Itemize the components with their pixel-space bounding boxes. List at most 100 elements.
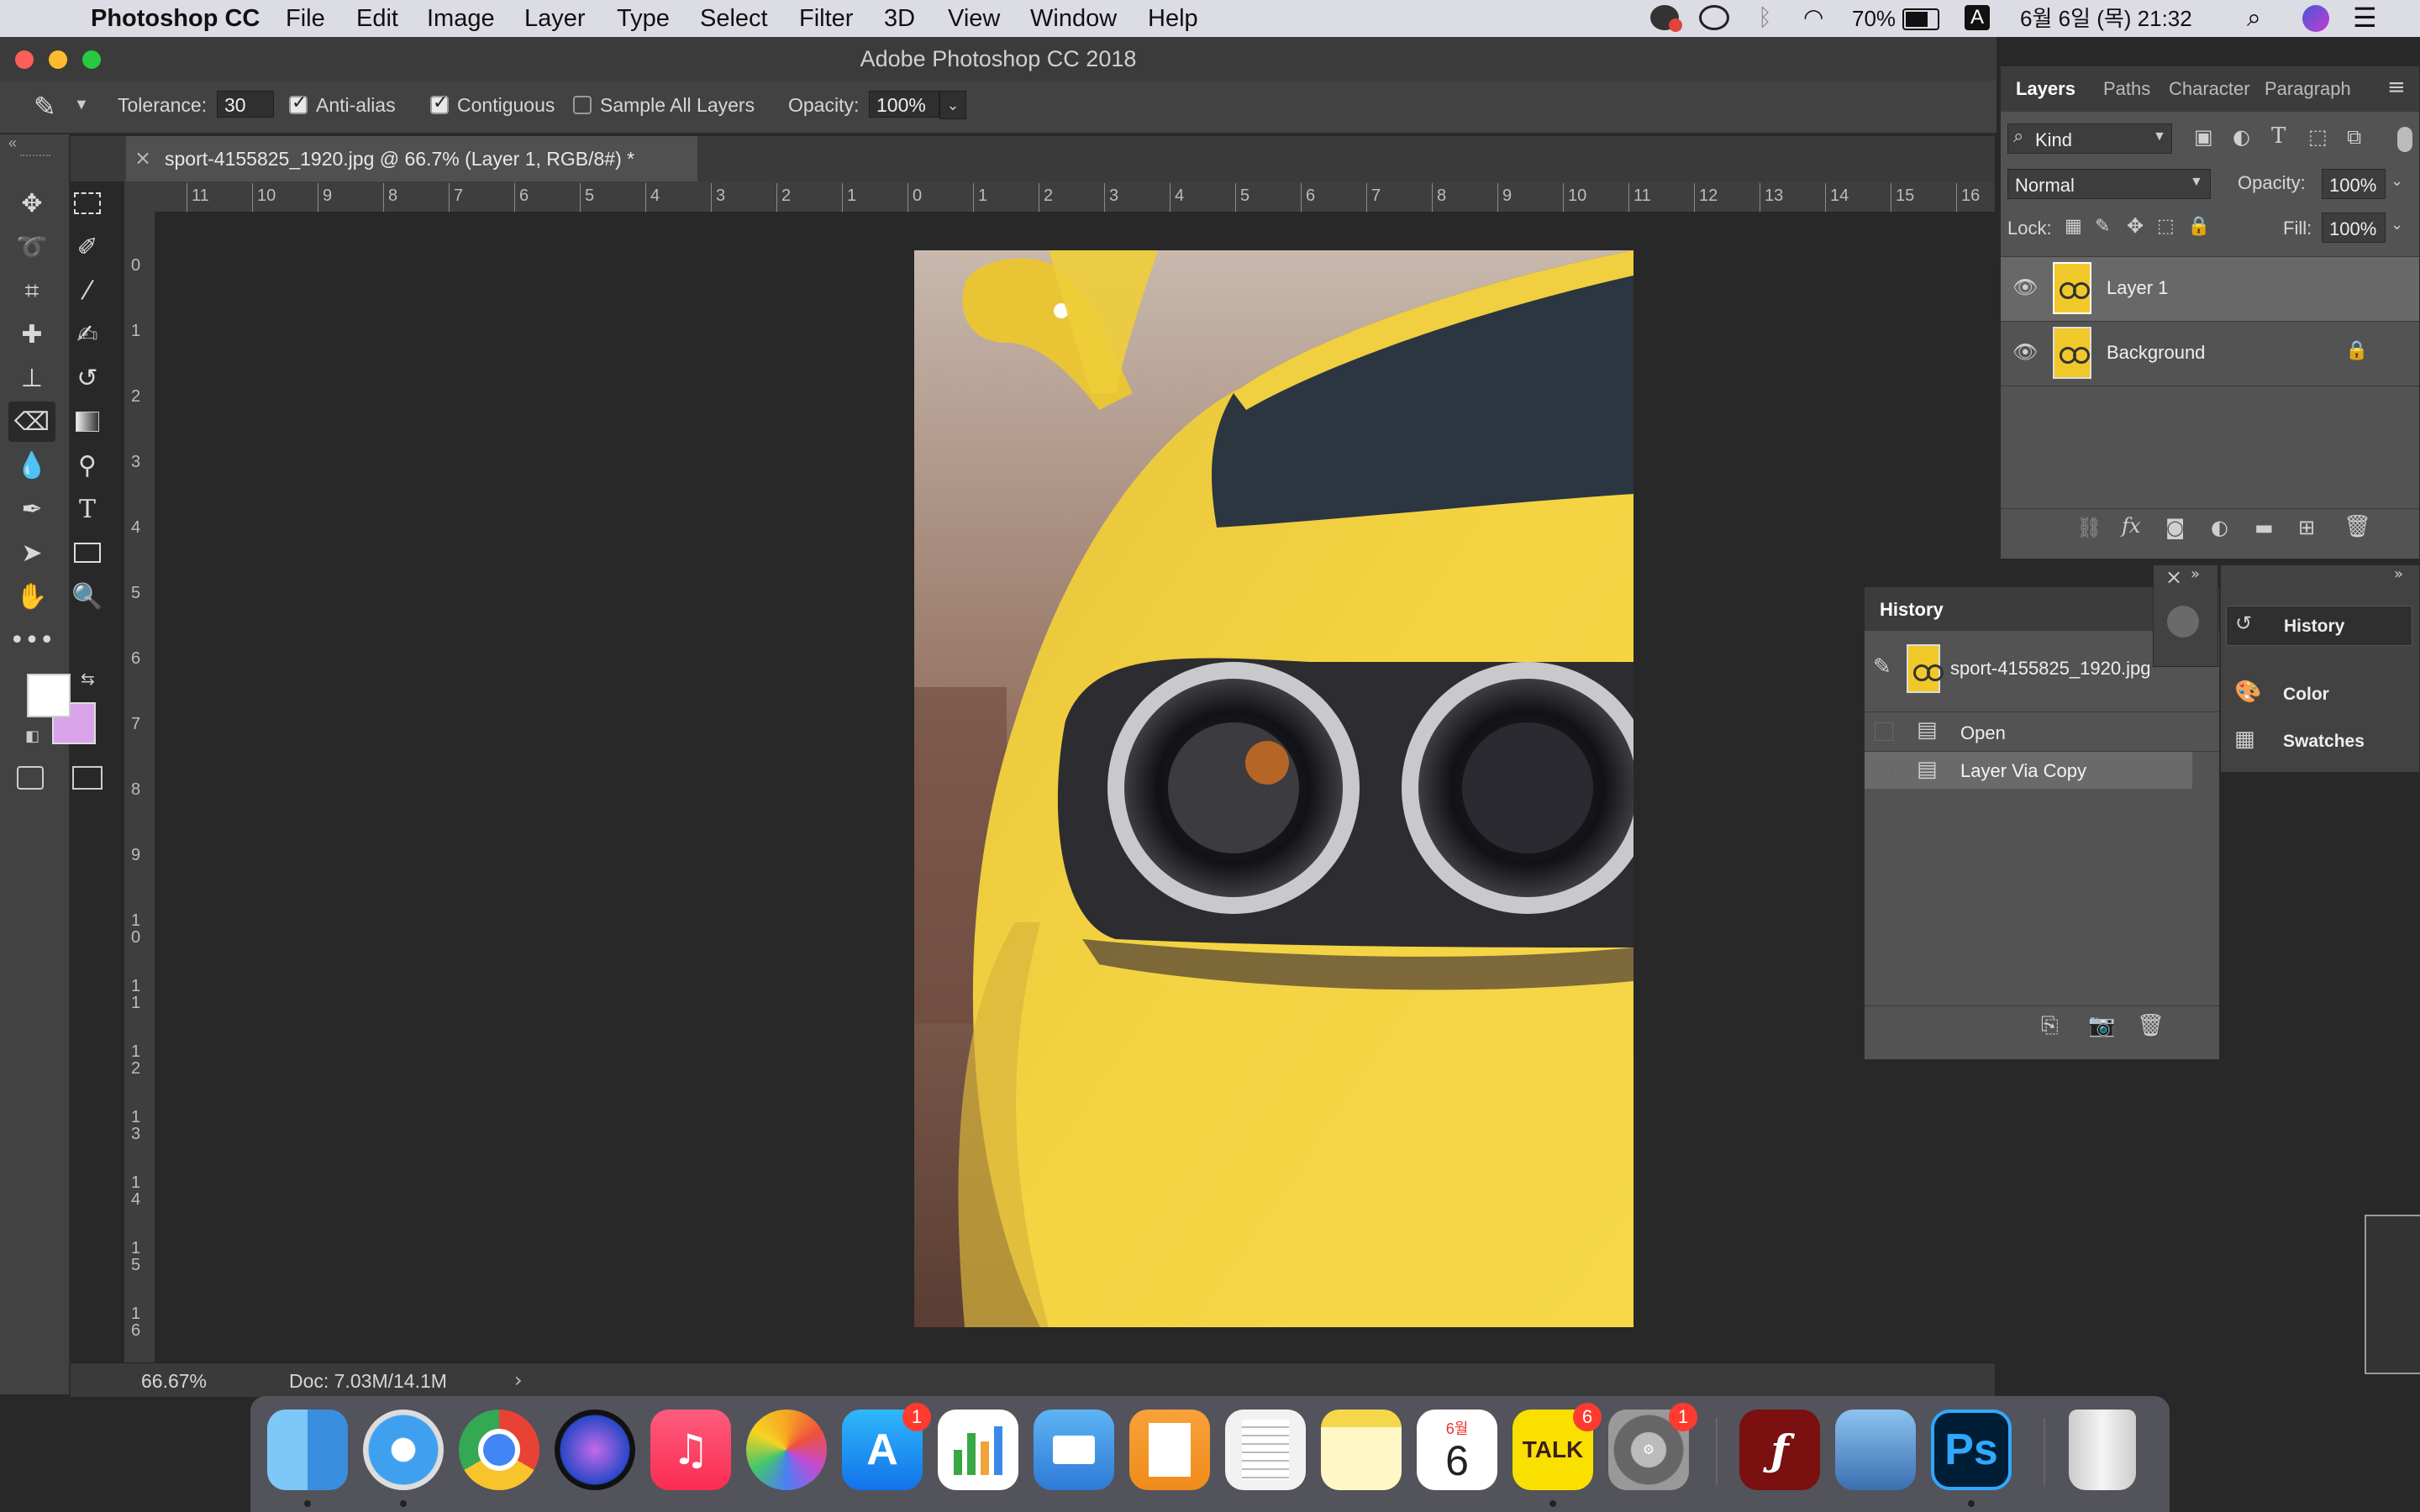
brush-tool-icon[interactable]: ✍ — [64, 314, 111, 354]
chevron-down-icon[interactable]: ⌄ — [2391, 216, 2403, 234]
eraser-tool-icon[interactable]: ⌫ — [8, 402, 55, 442]
gradient-tool-icon[interactable] — [64, 402, 111, 442]
new-layer-icon[interactable]: ⊞ — [2298, 516, 2315, 539]
rectangle-tool-icon[interactable] — [64, 533, 111, 573]
lock-image-pixels-icon[interactable]: ✎ — [2095, 216, 2110, 237]
filter-adjustment-icon[interactable]: ◐ — [2233, 125, 2250, 149]
create-snapshot-icon[interactable]: 📷 — [2088, 1013, 2115, 1038]
delete-layer-icon[interactable]: 🗑 — [2344, 514, 2371, 539]
battery-icon[interactable] — [1902, 8, 1939, 30]
filter-type-icon[interactable]: T — [2271, 123, 2286, 149]
layer-name[interactable]: Layer 1 — [2107, 277, 2168, 299]
chrome-app-icon[interactable] — [459, 1410, 539, 1490]
layer-style-fx-icon[interactable]: fx — [2122, 514, 2140, 538]
filter-pixel-icon[interactable]: ▣ — [2194, 125, 2213, 149]
collapse-toolbar-icon[interactable]: « — [8, 134, 17, 152]
siri-app-icon[interactable] — [555, 1410, 635, 1490]
zoom-window-button[interactable] — [82, 50, 101, 69]
menu-file[interactable]: File — [286, 5, 325, 32]
opacity-input[interactable]: 100% — [869, 91, 939, 118]
itunes-app-icon[interactable]: ♫ — [650, 1410, 731, 1490]
lock-artboard-icon[interactable]: ⬚ — [2157, 216, 2175, 237]
menu-filter[interactable]: Filter — [799, 5, 853, 32]
antialias-checkbox[interactable] — [289, 92, 308, 114]
history-state-open[interactable]: ▤ Open — [1865, 711, 2219, 752]
layer-filter-select[interactable]: ⌕ Kind ▼ — [2007, 123, 2172, 154]
horizontal-ruler[interactable]: 11 10 9 8 7 6 5 4 3 2 1 0 1 2 3 4 5 6 7 8 9 10 11 12 13 14 15 16 — [124, 181, 1995, 213]
flash-player-app-icon[interactable]: ƒ — [1739, 1410, 1820, 1490]
collapsed-panel-color[interactable]: 🎨 Color — [2226, 675, 2419, 713]
menu-image[interactable]: Image — [427, 5, 495, 32]
healing-brush-tool-icon[interactable]: ✚ — [8, 314, 55, 354]
visibility-eye-icon[interactable]: 👁 — [2012, 276, 2038, 299]
input-source-indicator[interactable]: A — [1965, 5, 1990, 30]
car-headlight-photo[interactable] — [914, 250, 1634, 1327]
add-mask-icon[interactable]: ◙ — [2165, 516, 2185, 539]
menubar-clock[interactable]: 6월 6일 (목) 21:32 — [2020, 5, 2192, 32]
new-document-from-state-icon[interactable]: ⎘ — [2041, 1013, 2059, 1039]
marquee-tool-icon[interactable] — [64, 183, 111, 223]
more-tools-icon[interactable]: ••• — [8, 620, 55, 660]
tab-paragraph[interactable]: Paragraph — [2265, 78, 2365, 100]
menu-3d[interactable]: 3D — [884, 5, 915, 32]
panel-menu-icon[interactable]: ≡ — [2387, 75, 2406, 100]
fill-input[interactable]: 100% — [2322, 213, 2386, 243]
photos-app-icon[interactable] — [746, 1410, 827, 1490]
screen-mode-icon[interactable] — [72, 766, 103, 790]
tab-character[interactable]: Character — [2169, 78, 2250, 100]
creative-cloud-icon[interactable] — [1699, 5, 1729, 30]
type-tool-icon[interactable]: T — [64, 489, 111, 529]
siri-icon[interactable] — [2302, 5, 2329, 32]
layer-row-layer-1[interactable]: 👁 Layer 1 — [2001, 256, 2419, 322]
notification-center-icon[interactable]: ☰ — [2353, 2, 2377, 34]
lock-all-icon[interactable]: 🔒 — [2187, 216, 2210, 237]
menu-layer[interactable]: Layer — [524, 5, 586, 32]
minimize-window-button[interactable] — [49, 50, 67, 69]
hand-tool-icon[interactable]: ✋ — [8, 576, 55, 617]
notes-app-icon[interactable] — [1321, 1410, 1402, 1490]
collapsed-panel-history[interactable]: ↺ History — [2226, 606, 2412, 646]
magic-eraser-preset-icon[interactable]: ✎ — [34, 91, 56, 123]
close-document-icon[interactable]: × — [134, 146, 151, 170]
calendar-app-icon[interactable]: 6월 6 — [1417, 1410, 1497, 1490]
collapsed-panel-swatches[interactable]: ▦ Swatches — [2226, 722, 2419, 760]
safari-app-icon[interactable] — [363, 1410, 444, 1490]
preview-app-icon[interactable] — [1835, 1410, 1916, 1490]
vertical-ruler[interactable]: 0 1 2 3 4 5 6 7 8 9 1 0 1 1 1 2 1 3 1 4 1 5 1 6 — [124, 212, 155, 1362]
quick-mask-icon[interactable] — [17, 766, 44, 790]
keynote-app-icon[interactable] — [1034, 1410, 1114, 1490]
toolbar-grip[interactable] — [20, 155, 50, 158]
chevron-down-icon[interactable]: ⌄ — [2391, 172, 2403, 190]
pen-tool-icon[interactable]: ✒ — [8, 489, 55, 529]
history-brush-source-icon[interactable]: ✎ — [1873, 654, 1891, 680]
lock-transparent-pixels-icon[interactable]: ▦ — [2065, 216, 2082, 237]
default-colors-icon[interactable]: ◧ — [25, 727, 39, 745]
photoshop-app-icon[interactable]: Ps — [1931, 1410, 2012, 1490]
close-window-button[interactable] — [15, 50, 34, 69]
history-panel-title[interactable]: History — [1880, 599, 1944, 621]
path-selection-tool-icon[interactable]: ➤ — [8, 533, 55, 573]
window-thumbnail-peek[interactable] — [2365, 1215, 2420, 1374]
zoom-tool-icon[interactable]: 🔍 — [64, 576, 111, 617]
filter-shape-icon[interactable]: ⬚ — [2308, 125, 2328, 149]
move-tool-icon[interactable]: ✥ — [8, 183, 55, 223]
chevron-down-icon[interactable]: ▼ — [74, 96, 89, 113]
lasso-tool-icon[interactable]: ➰ — [8, 227, 55, 267]
expand-panels-icon[interactable]: » — [2191, 565, 2200, 583]
menu-select[interactable]: Select — [700, 5, 768, 32]
wifi-icon[interactable]: ◠ — [1803, 3, 1823, 31]
link-layers-icon[interactable]: ⛓ — [2076, 516, 2102, 539]
notification-app-icon[interactable] — [1650, 5, 1682, 32]
clone-stamp-tool-icon[interactable]: ⊥ — [8, 358, 55, 398]
adjustment-layer-icon[interactable]: ◐ — [2211, 516, 2228, 539]
history-source-checkbox[interactable] — [1875, 722, 1893, 741]
eyedropper-tool-icon[interactable]: ⁄ — [64, 270, 111, 311]
layer-name[interactable]: Background — [2107, 342, 2205, 364]
pages-app-icon[interactable] — [1129, 1410, 1210, 1490]
document-tab[interactable]: × sport-4155825_1920.jpg @ 66.7% (Layer … — [126, 136, 697, 181]
bluetooth-icon[interactable]: ᛒ — [1758, 3, 1772, 31]
app-store-icon[interactable]: A1 — [842, 1403, 931, 1490]
spotlight-search-icon[interactable]: ⌕ — [2247, 3, 2261, 33]
blur-tool-icon[interactable]: 💧 — [8, 445, 55, 486]
numbers-app-icon[interactable] — [938, 1410, 1018, 1490]
